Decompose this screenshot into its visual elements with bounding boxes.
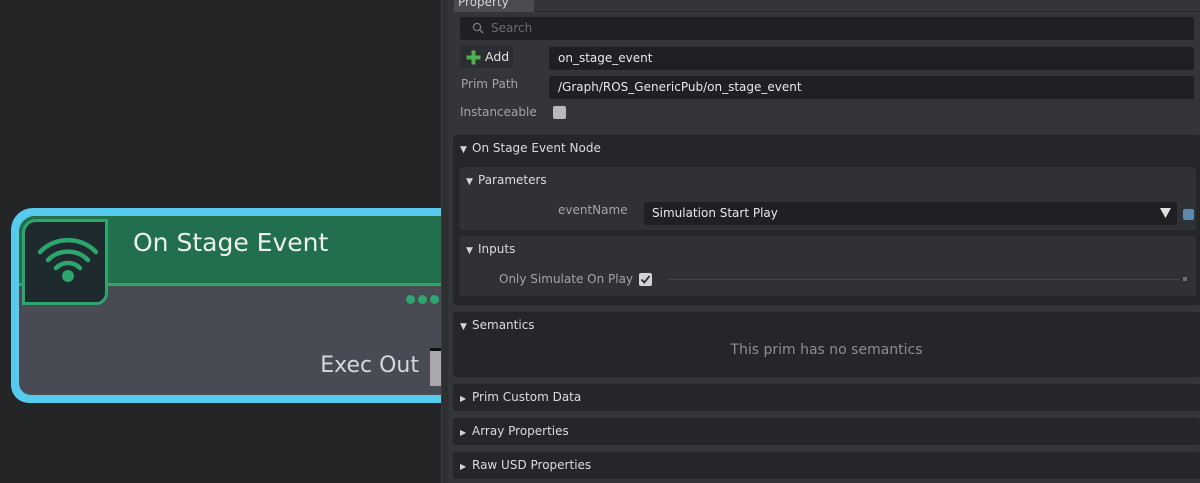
triangle-right-icon: ▶ xyxy=(460,462,467,471)
add-button[interactable]: Add xyxy=(460,46,513,68)
section-header-node[interactable]: ▼ On Stage Event Node xyxy=(460,141,601,155)
triangle-right-icon: ▶ xyxy=(460,394,467,403)
add-button-label: Add xyxy=(485,49,510,64)
subsection-header-inputs[interactable]: ▼ Inputs xyxy=(466,242,515,256)
section-title-prim-custom-data: Prim Custom Data xyxy=(472,390,582,404)
event-name-label: eventName xyxy=(558,203,628,217)
section-array-properties[interactable]: ▶ Array Properties xyxy=(453,418,1200,445)
property-panel: Property Search Add on_stage_event Prim … xyxy=(448,0,1200,483)
plus-icon xyxy=(466,50,481,65)
graph-node-on-stage-event[interactable]: On Stage Event Exec Out xyxy=(11,208,441,403)
event-name-value: Simulation Start Play xyxy=(652,206,778,220)
triangle-right-icon: ▶ xyxy=(460,428,467,437)
wireless-signal-icon xyxy=(38,237,98,282)
exec-out-port[interactable] xyxy=(430,348,441,386)
tab-bar-divider xyxy=(534,11,1200,12)
triangle-down-icon: ▼ xyxy=(460,322,467,332)
prim-path-label: Prim Path xyxy=(461,77,519,91)
section-on-stage-event-node: ▼ On Stage Event Node ▼ Parameters eventNa… xyxy=(453,135,1200,305)
subsection-header-parameters[interactable]: ▼ Parameters xyxy=(466,173,547,187)
node-body: On Stage Event Exec Out xyxy=(19,216,441,395)
section-header-raw-usd-properties[interactable]: ▶ Raw USD Properties xyxy=(460,458,591,472)
only-simulate-label: Only Simulate On Play xyxy=(499,272,634,286)
only-simulate-checkbox[interactable] xyxy=(639,273,652,286)
search-icon xyxy=(472,22,484,34)
event-name-dropdown[interactable]: Simulation Start Play xyxy=(644,202,1177,225)
subsection-inputs: ▼ Inputs Only Simulate On Play xyxy=(459,236,1196,296)
exec-out-label: Exec Out xyxy=(320,353,419,378)
subsection-parameters: ▼ Parameters eventName Simulation Start P… xyxy=(459,167,1196,230)
name-field[interactable]: on_stage_event xyxy=(549,47,1194,70)
prim-path-field[interactable]: /Graph/ROS_GenericPub/on_stage_event xyxy=(549,76,1194,99)
section-header-array-properties[interactable]: ▶ Array Properties xyxy=(460,424,569,438)
section-semantics: ▼ Semantics This prim has no semantics xyxy=(453,312,1200,377)
search-placeholder: Search xyxy=(491,21,533,35)
instanceable-checkbox[interactable] xyxy=(553,106,566,119)
dropdown-arrow-icon xyxy=(1160,208,1171,218)
triangle-down-icon: ▼ xyxy=(460,145,467,155)
section-header-prim-custom-data[interactable]: ▶ Prim Custom Data xyxy=(460,390,581,404)
slider-track[interactable] xyxy=(669,279,1179,280)
triangle-down-icon: ▼ xyxy=(466,177,473,187)
subsection-title-inputs: Inputs xyxy=(478,242,516,256)
section-prim-custom-data[interactable]: ▶ Prim Custom Data xyxy=(453,384,1200,411)
app-root: On Stage Event Exec Out Property Search … xyxy=(0,0,1200,483)
no-semantics-message: This prim has no semantics xyxy=(730,342,923,358)
section-title-array-properties: Array Properties xyxy=(472,424,569,438)
tab-property[interactable]: Property xyxy=(454,0,534,12)
node-menu-dots-icon[interactable] xyxy=(406,295,439,304)
section-title-node: On Stage Event Node xyxy=(472,141,601,155)
subsection-title-parameters: Parameters xyxy=(478,173,547,187)
value-default-indicator[interactable] xyxy=(1183,209,1194,220)
node-icon-frame xyxy=(22,219,108,305)
section-raw-usd-properties[interactable]: ▶ Raw USD Properties xyxy=(453,452,1200,479)
triangle-down-icon: ▼ xyxy=(466,246,473,256)
search-input[interactable]: Search xyxy=(460,17,1194,40)
graph-canvas[interactable]: On Stage Event Exec Out xyxy=(0,0,441,483)
node-title: On Stage Event xyxy=(133,228,329,257)
section-title-raw-usd-properties: Raw USD Properties xyxy=(472,458,592,472)
slider-handle[interactable] xyxy=(1183,277,1187,281)
instanceable-label: Instanceable xyxy=(460,105,537,119)
section-header-semantics[interactable]: ▼ Semantics xyxy=(460,318,535,332)
checkmark-icon xyxy=(640,275,651,284)
section-title-semantics: Semantics xyxy=(472,318,535,332)
